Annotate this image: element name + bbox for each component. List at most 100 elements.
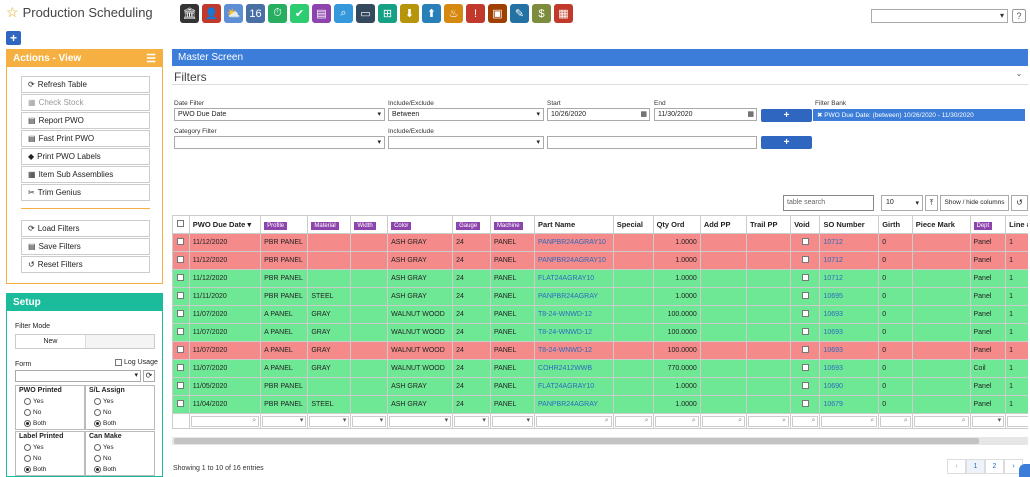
column-filter-input[interactable]: ▾ xyxy=(491,415,534,427)
calendar-16-icon[interactable]: 16 xyxy=(246,4,265,23)
radio-button[interactable] xyxy=(94,455,101,462)
column-filter-input[interactable]: ⌕ xyxy=(190,415,260,427)
chat-alert-icon[interactable]: ! xyxy=(466,4,485,23)
radio-button[interactable] xyxy=(94,444,101,451)
export-icon[interactable]: ⤒ xyxy=(925,195,938,211)
user-icon[interactable]: 👤 xyxy=(202,4,221,23)
column-filter-input[interactable]: ▾ xyxy=(262,415,307,427)
table-cell[interactable]: 10679 xyxy=(819,395,880,414)
bricks-icon[interactable]: ▦ xyxy=(554,4,573,23)
row-checkbox-cell[interactable] xyxy=(172,251,190,270)
radio-button[interactable] xyxy=(24,409,31,416)
column-header-material[interactable]: Material xyxy=(307,215,352,234)
row-checkbox[interactable] xyxy=(177,346,185,353)
column-filter-input[interactable]: ⌕ xyxy=(913,415,969,427)
refresh-icon[interactable]: ⟳ xyxy=(143,370,155,382)
column-header-profile[interactable]: Profile xyxy=(260,215,309,234)
column-filter-input[interactable]: ⌕ xyxy=(792,415,819,427)
table-cell[interactable]: T8-24-WNWD-12 xyxy=(534,305,614,324)
filter-bank-chip[interactable]: ✖ PWO Due Date: (between) 10/26/2020 - 1… xyxy=(813,109,1025,121)
table-cell[interactable]: FLAT24AGRAY10 xyxy=(534,377,614,396)
page-1-button[interactable]: 1 xyxy=(966,459,985,474)
row-checkbox[interactable] xyxy=(177,328,185,335)
building-icon[interactable]: 🏛 xyxy=(180,4,199,23)
row-checkbox-cell[interactable] xyxy=(172,377,190,396)
void-checkbox[interactable] xyxy=(801,364,809,371)
radio-option-yes[interactable]: Yes xyxy=(94,444,114,451)
row-checkbox[interactable] xyxy=(177,364,185,371)
tag-icon[interactable]: ✎ xyxy=(510,4,529,23)
row-checkbox-cell[interactable] xyxy=(172,305,190,324)
column-filter-cell[interactable]: ⌕ xyxy=(612,413,654,429)
save-filters-button[interactable]: ▤ Save Filters xyxy=(21,238,150,255)
column-header-void[interactable]: Void xyxy=(790,215,821,234)
box-out-icon[interactable]: ⬆ xyxy=(422,4,441,23)
row-checkbox-cell[interactable] xyxy=(172,323,190,342)
filter-mode-toggle[interactable]: New xyxy=(15,334,155,349)
radio-option-yes[interactable]: Yes xyxy=(24,398,44,405)
include-exclude-select-2[interactable]: ▾ xyxy=(388,136,544,149)
row-checkbox-cell[interactable] xyxy=(172,233,190,252)
table-cell[interactable]: PANPBR24AGRAY xyxy=(534,395,614,414)
column-header-piece-mark[interactable]: Piece Mark xyxy=(911,215,971,234)
column-filter-input[interactable]: ⌕ xyxy=(747,415,790,427)
radio-button[interactable] xyxy=(24,420,31,427)
action-trim-genius-button[interactable]: ✂ Trim Genius xyxy=(21,184,150,201)
log-usage-checkbox[interactable] xyxy=(115,359,122,366)
column-filter-input[interactable]: ▾ xyxy=(389,415,452,427)
radio-button[interactable] xyxy=(94,420,101,427)
column-filter-cell[interactable]: ▾ xyxy=(452,413,491,429)
column-header-width[interactable]: Width xyxy=(350,215,389,234)
table-row[interactable]: 11/04/2020 PBR PANEL STEEL ASH GRAY 24 PANEL P… xyxy=(172,395,1028,414)
radio-option-both[interactable]: Both xyxy=(94,420,116,427)
form-select[interactable]: ▾ xyxy=(15,370,141,382)
column-filter-cell[interactable]: ⌕ xyxy=(911,413,971,429)
money-icon[interactable]: $ xyxy=(532,4,551,23)
date-filter-select[interactable]: PWO Due Date ▾ xyxy=(174,108,385,121)
table-cell[interactable]: 10695 xyxy=(819,287,880,306)
radio-button[interactable] xyxy=(94,398,101,405)
add-date-filter-button[interactable]: + xyxy=(761,109,812,122)
column-header-select[interactable] xyxy=(172,215,190,234)
column-filter-input[interactable]: ⌕ xyxy=(614,415,652,427)
column-header-girth[interactable]: Girth xyxy=(878,215,913,234)
column-filter-input[interactable]: ▾ xyxy=(454,415,489,427)
column-header-so-number[interactable]: SO Number xyxy=(819,215,880,234)
add-button[interactable]: + xyxy=(6,31,21,45)
table-row[interactable]: 11/11/2020 PBR PANEL STEEL ASH GRAY 24 PANEL P… xyxy=(172,287,1028,306)
table-cell[interactable]: COHR2412WWB xyxy=(534,359,614,378)
column-header-machine[interactable]: Machine xyxy=(489,215,536,234)
column-filter-input[interactable]: ▾ xyxy=(352,415,387,427)
column-filter-cell[interactable]: ⌕ xyxy=(699,413,747,429)
column-filter-input[interactable]: ⌕ xyxy=(654,415,699,427)
action-item-sub-assemblies-button[interactable]: ▦ Item Sub Assemblies xyxy=(21,166,150,183)
radio-option-no[interactable]: No xyxy=(94,455,111,462)
table-cell[interactable]: 10693 xyxy=(819,341,880,360)
scrollbar-thumb[interactable] xyxy=(174,438,979,444)
radio-button[interactable] xyxy=(24,398,31,405)
category-filter-select[interactable]: ▾ xyxy=(174,136,385,149)
chat-dock-icon[interactable] xyxy=(1019,464,1030,477)
column-header-line-[interactable]: Line # xyxy=(1005,215,1028,234)
column-filter-cell[interactable]: ▾ xyxy=(350,413,389,429)
action-report-pwo-button[interactable]: ▤ Report PWO xyxy=(21,112,150,129)
row-checkbox-cell[interactable] xyxy=(172,287,190,306)
table-cell[interactable]: 10712 xyxy=(819,251,880,270)
select-all-checkbox[interactable] xyxy=(177,220,185,227)
radio-option-no[interactable]: No xyxy=(24,455,41,462)
table-row[interactable]: 11/07/2020 A PANEL GRAY WALNUT WOOD 24 PANEL C… xyxy=(172,359,1028,378)
column-filter-cell[interactable]: ⌕ xyxy=(534,413,614,429)
column-filter-input[interactable]: ⌕ xyxy=(701,415,745,427)
radio-option-both[interactable]: Both xyxy=(24,420,46,427)
column-filter-input[interactable]: ⌕ xyxy=(821,415,878,427)
row-checkbox[interactable] xyxy=(177,292,185,299)
weather-icon[interactable]: ⛅ xyxy=(224,4,243,23)
void-checkbox[interactable] xyxy=(801,238,809,245)
basket-icon[interactable]: ⊞ xyxy=(378,4,397,23)
row-checkbox-cell[interactable] xyxy=(172,395,190,414)
column-filter-cell[interactable]: ⌕ xyxy=(819,413,880,429)
column-header-qty-ord[interactable]: Qty Ord xyxy=(652,215,701,234)
action-fast-print-pwo-button[interactable]: ▤ Fast Print PWO xyxy=(21,130,150,147)
column-filter-cell[interactable]: ▾ xyxy=(489,413,536,429)
help-icon[interactable]: ? xyxy=(1012,9,1026,23)
